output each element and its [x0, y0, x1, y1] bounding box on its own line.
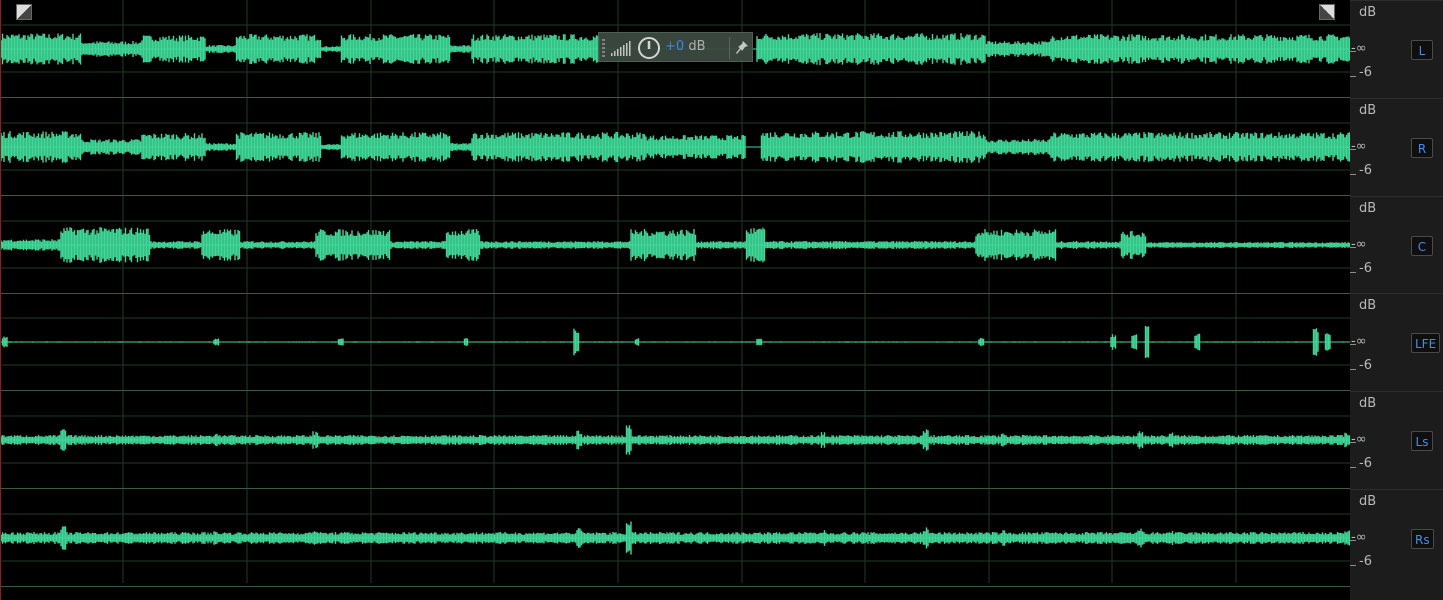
db-tick [1350, 272, 1356, 273]
hud-gain-control[interactable]: +0 dB [598, 32, 753, 62]
waveform-r [1, 131, 1350, 163]
channel-lane-rs[interactable] [1, 489, 1350, 586]
db-minus6-label: -6 [1359, 358, 1372, 373]
db-neg-inf-label: -∞ [1351, 139, 1367, 154]
db-unit-label: dB [1359, 494, 1377, 509]
db-unit-label: dB [1359, 103, 1377, 118]
db-minus6-label: -6 [1359, 554, 1372, 569]
channel-toggle-c[interactable]: C [1411, 236, 1433, 256]
gain-value[interactable]: +0 [665, 39, 684, 54]
channel-toggle-r[interactable]: R [1411, 138, 1433, 158]
waveform-ls [1, 425, 1350, 455]
channel-toggle-rs[interactable]: Rs [1411, 529, 1434, 549]
db-unit-label: dB [1359, 5, 1377, 20]
level-bars-icon [611, 41, 631, 56]
db-tick [1350, 565, 1356, 566]
db-scale-r: dB -∞ -6 R [1350, 98, 1443, 195]
db-scale-l: dB -∞ -6 L [1350, 0, 1443, 97]
waveform-c [1, 227, 1350, 263]
channel-lane-c[interactable] [1, 196, 1350, 293]
db-neg-inf-label: -∞ [1351, 237, 1367, 252]
waveform-lfe [1, 326, 1350, 358]
multitrack-waveform-editor: +0 dB dB -∞ -6 LdB -∞ -6 RdB -∞ -6 CdB -∞ -6 LFE dB -∞… [0, 0, 1443, 600]
zoom-corner-icon[interactable] [1319, 4, 1335, 20]
db-unit-label: dB [1359, 298, 1377, 313]
db-scale-ls: dB -∞ -6 Ls [1350, 391, 1443, 488]
db-tick [1350, 76, 1356, 77]
db-neg-inf-label: -∞ [1351, 530, 1367, 545]
db-neg-inf-label: -∞ [1351, 41, 1367, 56]
power-icon[interactable] [637, 36, 661, 60]
db-minus6-label: -6 [1359, 163, 1372, 178]
db-minus6-label: -6 [1359, 261, 1372, 276]
db-tick [1350, 174, 1356, 175]
pin-icon[interactable] [735, 40, 749, 56]
channel-lane-r[interactable] [1, 98, 1350, 195]
channel-lane-ls[interactable] [1, 391, 1350, 488]
db-ruler: dB -∞ -6 LdB -∞ -6 RdB -∞ -6 CdB -∞ -6 LFE dB -∞ -6 Ls dB… [1350, 0, 1443, 600]
channel-toggle-l[interactable]: L [1411, 40, 1433, 60]
hud-divider [729, 37, 730, 59]
waveform-display[interactable]: +0 dB [0, 0, 1350, 600]
channel-toggle-ls[interactable]: Ls [1411, 431, 1433, 451]
channel-toggle-lfe[interactable]: LFE [1411, 333, 1441, 353]
db-neg-inf-label: -∞ [1351, 334, 1367, 349]
db-scale-rs: dB -∞ -6 Rs [1350, 489, 1443, 586]
lane-separator [1, 586, 1350, 587]
db-minus6-label: -6 [1359, 456, 1372, 471]
db-scale-c: dB -∞ -6 C [1350, 196, 1443, 293]
db-unit-label: dB [1359, 201, 1377, 216]
gain-readout[interactable]: +0 dB [665, 39, 705, 54]
db-neg-inf-label: -∞ [1351, 432, 1367, 447]
db-tick [1350, 467, 1356, 468]
channel-lane-lfe[interactable] [1, 293, 1350, 390]
gain-unit: dB [688, 39, 706, 54]
db-unit-label: dB [1359, 396, 1377, 411]
db-tick [1350, 369, 1356, 370]
grip-icon[interactable] [602, 39, 605, 57]
db-scale-lfe: dB -∞ -6 LFE [1350, 293, 1443, 390]
db-minus6-label: -6 [1359, 65, 1372, 80]
waveform-rs [1, 521, 1350, 555]
zoom-corner-icon[interactable] [16, 4, 32, 20]
